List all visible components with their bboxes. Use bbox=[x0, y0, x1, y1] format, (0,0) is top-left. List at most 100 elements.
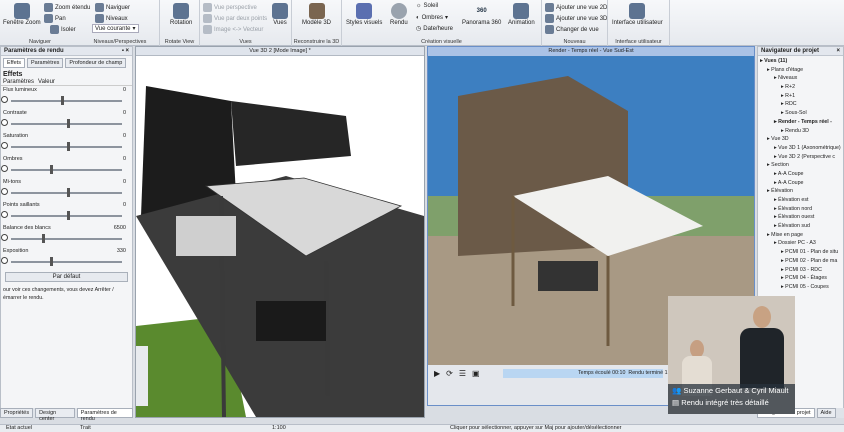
slider-track[interactable] bbox=[11, 100, 122, 102]
tree-item[interactable]: ▸ RDC bbox=[760, 100, 841, 109]
tree-item[interactable]: ▸ Vues (11) bbox=[760, 57, 841, 66]
slider-thumb[interactable] bbox=[49, 165, 53, 174]
tree-item[interactable]: ▸ R+2 bbox=[760, 83, 841, 92]
tree-item[interactable]: ▸ A-A Coupe bbox=[760, 170, 841, 179]
tree-item[interactable]: ▸ Sous-Sol bbox=[760, 109, 841, 118]
slider-label: Points saillants bbox=[3, 202, 40, 208]
tree-item[interactable]: ▸ Vue 3D 2 (Perspective c bbox=[760, 153, 841, 162]
user-interface-button[interactable]: Interface utilisateur bbox=[612, 3, 663, 26]
render-params-titlebar: Paramètres de rendu ▪ × bbox=[1, 47, 132, 56]
tree-item[interactable]: ▸ PCMI 01 - Plan de situ bbox=[760, 248, 841, 257]
slider-thumb[interactable] bbox=[66, 211, 70, 220]
slider-thumb[interactable] bbox=[66, 142, 70, 151]
date-time-button[interactable]: ◷ Date/heure bbox=[416, 25, 453, 33]
slider-row: Points saillants 0 bbox=[1, 201, 132, 224]
tree-item[interactable]: ▸ Render - Temps réel - bbox=[760, 118, 841, 127]
tree-item[interactable]: ▸ Plans d'étage bbox=[760, 66, 841, 75]
pan-button[interactable]: Pan bbox=[44, 14, 66, 23]
default-button[interactable]: Par défaut bbox=[5, 272, 128, 282]
tree-item[interactable]: ▸ Rendu 3D bbox=[760, 127, 841, 136]
section-title: Effets bbox=[3, 71, 23, 78]
zoom-extent-button[interactable]: Zoom étendu bbox=[44, 3, 90, 12]
current-state[interactable]: Etat actuel bbox=[6, 425, 32, 431]
tree-item[interactable]: ▸ Élévation ouest bbox=[760, 213, 841, 222]
tree-item[interactable]: ▸ R+1 bbox=[760, 92, 841, 101]
add-2d-view-button[interactable]: Ajouter une vue 2D bbox=[545, 3, 607, 12]
group-rebuild: Modèle 3D Reconstruire la 3D bbox=[292, 0, 342, 46]
render-button[interactable]: Rendu bbox=[390, 3, 408, 26]
tab-properties[interactable]: Propriétés bbox=[0, 408, 34, 418]
visual-styles-button[interactable]: Styles visuels bbox=[346, 3, 382, 26]
tree-item[interactable]: ▸ Vue 3D bbox=[760, 135, 841, 144]
tree-item[interactable]: ▸ Vue 3D 1 (Axonométrique) bbox=[760, 144, 841, 153]
group-title-navigate: Naviguer bbox=[28, 39, 51, 45]
slider-track[interactable] bbox=[11, 169, 122, 171]
line-type[interactable]: Trait bbox=[80, 425, 91, 431]
model3d-button[interactable]: Modèle 3D bbox=[302, 3, 331, 26]
tree-item[interactable]: ▸ PCMI 03 - RDC bbox=[760, 266, 841, 275]
tab-help[interactable]: Aide bbox=[816, 408, 836, 418]
render-params-tabs: Effets Paramètres Profondeur de champ bbox=[1, 56, 132, 68]
levels-button[interactable]: Niveaux bbox=[95, 14, 128, 23]
tree-item[interactable]: ▸ Mise en page bbox=[760, 231, 841, 240]
render-title: Render - Temps réel - Vue Sud-Est bbox=[428, 47, 754, 56]
tree-item[interactable]: ▸ Niveaux bbox=[760, 74, 841, 83]
perspective-view-button[interactable]: Vue perspective bbox=[203, 3, 257, 12]
views-button[interactable]: Vues bbox=[272, 3, 288, 26]
left-bottom-tabs: Propriétés Design center Paramètres de r… bbox=[0, 408, 133, 422]
refresh-icon[interactable]: ⟳ bbox=[446, 369, 453, 378]
tree-item[interactable]: ▸ Élévation sud bbox=[760, 222, 841, 231]
slider-label: Contraste bbox=[3, 110, 27, 116]
two-point-view-button[interactable]: Vue par deux points bbox=[203, 14, 267, 23]
slider-track[interactable] bbox=[11, 238, 122, 240]
pin-icon[interactable]: ▪ × bbox=[122, 48, 129, 54]
isolate-button[interactable]: Isoler bbox=[50, 25, 76, 34]
slider-thumb[interactable] bbox=[42, 234, 46, 243]
tree-item[interactable]: ▸ Élévation nord bbox=[760, 205, 841, 214]
slider-thumb[interactable] bbox=[60, 96, 64, 105]
slider-thumb[interactable] bbox=[66, 119, 70, 128]
panorama-button[interactable]: 360 Panorama 360 bbox=[462, 3, 501, 26]
navigate-button[interactable]: Naviguer bbox=[95, 3, 130, 12]
shadows-button[interactable]: ◐ Ombres ▾ bbox=[416, 14, 448, 22]
menu-icon[interactable]: ☰ bbox=[459, 369, 466, 378]
tab-parameters[interactable]: Paramètres bbox=[26, 58, 64, 68]
animation-button[interactable]: Animation bbox=[508, 3, 535, 26]
folder-icon: ▸ bbox=[774, 179, 777, 186]
folder-icon: ▸ bbox=[774, 197, 777, 203]
tree-item[interactable]: ▸ Section bbox=[760, 161, 841, 170]
play-icon[interactable]: ▶ bbox=[434, 369, 440, 378]
slider-thumb[interactable] bbox=[66, 188, 70, 197]
tab-design-center[interactable]: Design center bbox=[35, 408, 75, 422]
slider-list: Flux lumineux 0 Contraste 0 Saturation 0 Ombre… bbox=[1, 86, 132, 270]
tree-item[interactable]: ▸ Élévation bbox=[760, 187, 841, 196]
current-view-dropdown[interactable]: Vue courante ▾ bbox=[92, 24, 139, 33]
zoom-window-button[interactable]: Fenêtre Zoom bbox=[3, 3, 41, 26]
slider-track[interactable] bbox=[11, 261, 122, 263]
tab-effects[interactable]: Effets bbox=[3, 58, 25, 68]
tab-render-params[interactable]: Paramètres de rendu bbox=[76, 408, 133, 422]
scale[interactable]: 1:100 bbox=[272, 425, 286, 431]
tree-item[interactable]: ▸ Dossier PC - A3 bbox=[760, 239, 841, 248]
folder-icon: ▸ bbox=[781, 101, 784, 108]
tab-depth-of-field[interactable]: Profondeur de champ bbox=[65, 58, 127, 68]
tree-item[interactable]: ▸ PCMI 05 - Coupes bbox=[760, 283, 841, 292]
change-view-button[interactable]: Changer de vue bbox=[545, 25, 599, 34]
tree-item[interactable]: ▸ A-A Coupe bbox=[760, 179, 841, 188]
close-icon[interactable]: × bbox=[836, 48, 840, 54]
webcam-overlay: 👥 Suzanne Gerbaut & Cyril Miault ▤ Rendu… bbox=[668, 296, 795, 414]
tree-item[interactable]: ▸ Élévation est bbox=[760, 196, 841, 205]
tree-item[interactable]: ▸ PCMI 04 - Étages bbox=[760, 274, 841, 283]
slider-label: Saturation bbox=[3, 133, 29, 139]
rotation-button[interactable]: Rotation bbox=[170, 3, 192, 26]
save-icon[interactable]: ▣ bbox=[472, 369, 480, 378]
folder-icon: ▸ bbox=[781, 266, 784, 273]
sun-button[interactable]: ☼ Soleil bbox=[416, 3, 438, 9]
slider-label: Ombres bbox=[3, 156, 23, 162]
add-3d-view-button[interactable]: Ajouter une vue 3D bbox=[545, 14, 607, 23]
image-vector-button[interactable]: Image <-> Vecteur bbox=[203, 25, 263, 34]
slider-thumb[interactable] bbox=[49, 257, 53, 266]
view3d-window[interactable]: Vue 3D 2 [Mode Image] * bbox=[135, 46, 425, 418]
presenter-body-right bbox=[740, 328, 784, 388]
tree-item[interactable]: ▸ PCMI 02 - Plan de ma bbox=[760, 257, 841, 266]
